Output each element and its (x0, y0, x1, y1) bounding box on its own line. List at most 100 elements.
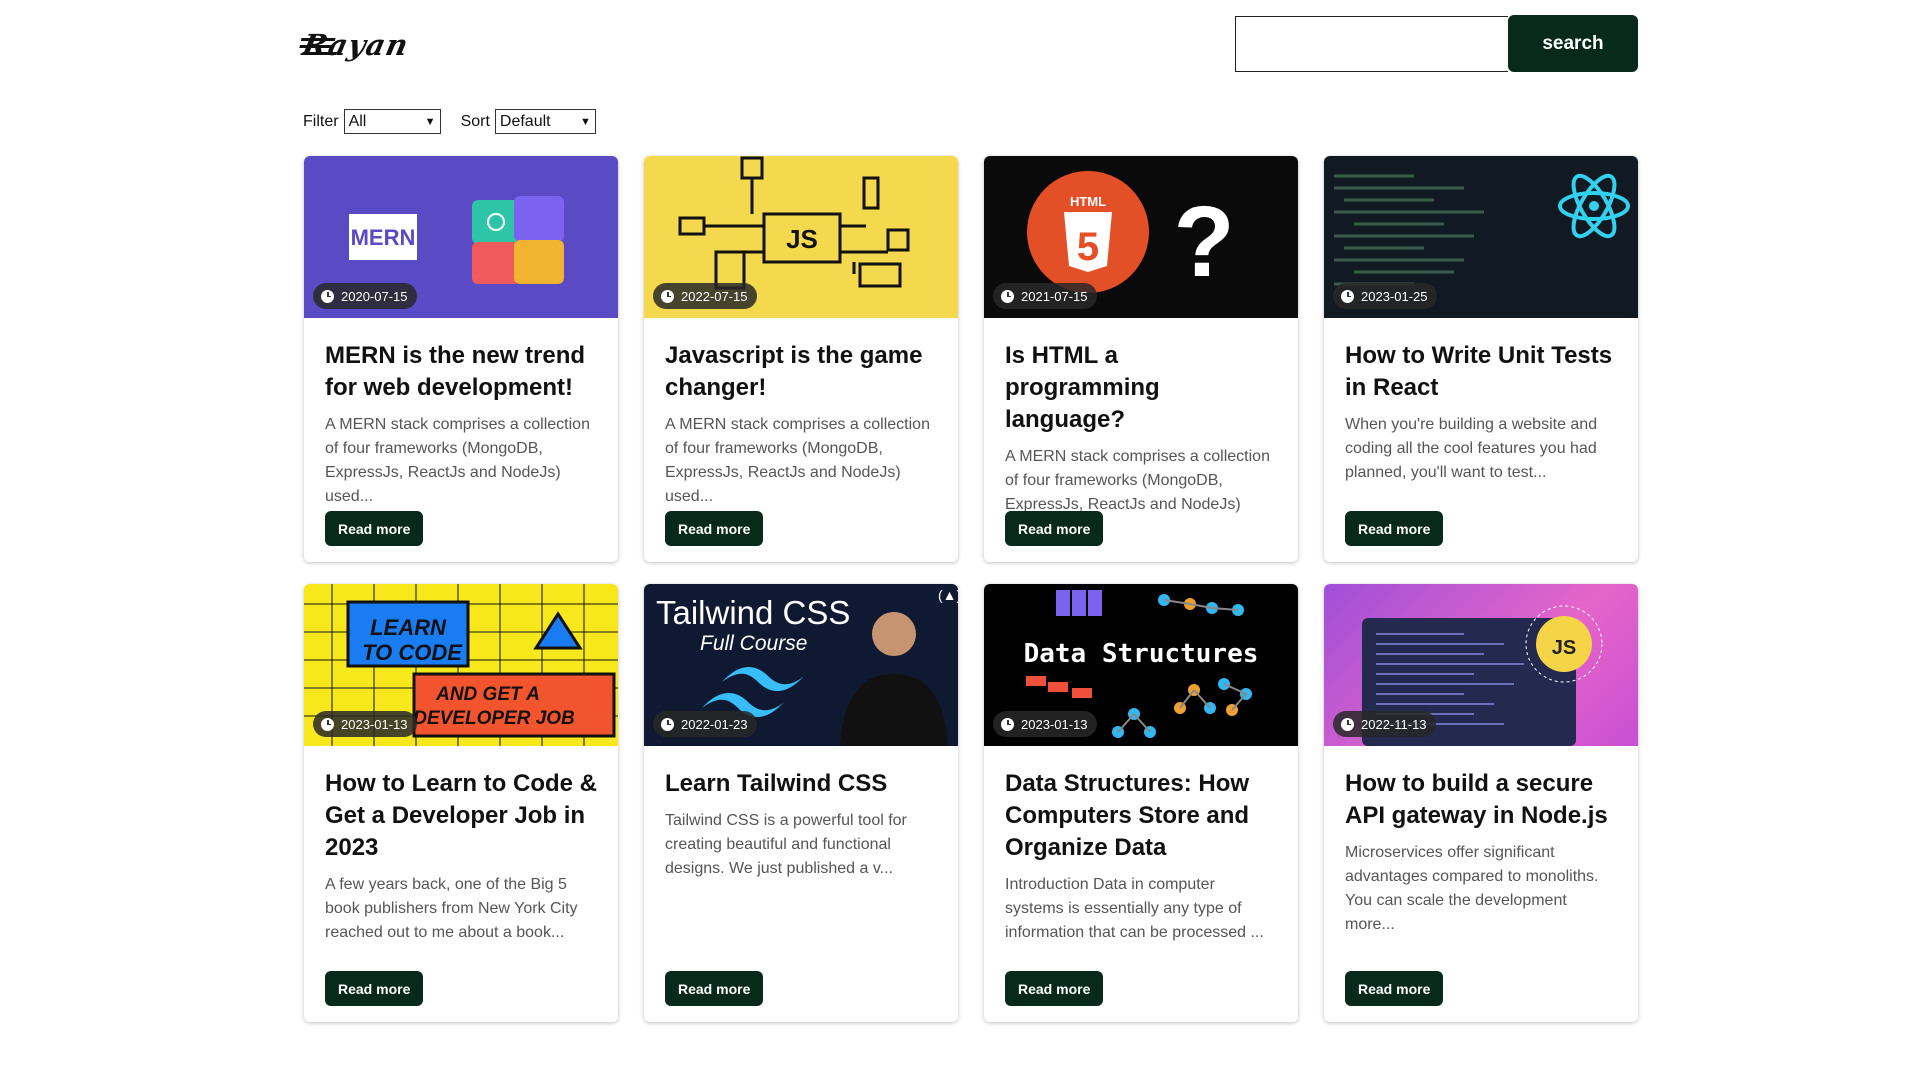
filter-value: All (348, 112, 367, 130)
post-grid: MERN 2020-07-15 MERN is the new trend fo… (304, 156, 1638, 1022)
svg-text:5: 5 (1077, 225, 1099, 269)
post-title[interactable]: How to Write Unit Tests in React (1345, 340, 1617, 404)
date-badge: 2021-07-15 (993, 283, 1097, 309)
post-date: 2021-07-15 (1021, 288, 1088, 304)
card-body: How to Learn to Code & Get a Developer J… (304, 746, 618, 945)
post-title[interactable]: Data Structures: How Computers Store and… (1005, 768, 1277, 864)
post-thumbnail[interactable]: LEARN TO CODE AND GET A DEVELOPER JOB 20… (304, 584, 618, 746)
clock-icon (321, 289, 334, 303)
html-logo-text: HTML (1070, 194, 1106, 209)
post-card: Data Structures 2023-01-13 Data Structur… (984, 584, 1298, 1022)
logo-text: Rayan (299, 28, 412, 62)
svg-text:(▲): (▲) (938, 587, 958, 603)
post-card: JS 2022-11-13 How to build a secure API … (1324, 584, 1638, 1022)
svg-text:?: ? (1173, 186, 1234, 298)
search-button[interactable]: search (1508, 15, 1638, 72)
post-card: Tailwind CSS Full Course (▲) 2022-01-23 … (644, 584, 958, 1022)
post-excerpt: When you're building a website and codin… (1345, 416, 1598, 481)
card-body: Learn Tailwind CSS Tailwind CSS is a pow… (644, 746, 958, 881)
read-more-button[interactable]: Read more (325, 511, 424, 546)
post-thumbnail[interactable]: MERN 2020-07-15 (304, 156, 618, 318)
date-badge: 2022-11-13 (1333, 711, 1436, 737)
card-body: MERN is the new trend for web developmen… (304, 318, 618, 509)
post-thumbnail[interactable]: Tailwind CSS Full Course (▲) 2022-01-23 (644, 584, 958, 746)
read-more-button[interactable]: Read more (1345, 511, 1444, 546)
filter-label: Filter (303, 112, 339, 130)
post-title[interactable]: Javascript is the game changer! (665, 340, 937, 404)
chevron-down-icon: ▼ (580, 115, 591, 128)
filter-sort-controls: Filter All ▼ Sort Default ▼ (303, 109, 596, 134)
sort-value: Default (499, 112, 551, 130)
mern-logo-text: MERN (351, 225, 416, 250)
post-excerpt: Microservices offer significant advantag… (1345, 844, 1599, 933)
svg-text:DEVELOPER JOB: DEVELOPER JOB (413, 708, 575, 729)
date-badge: 2023-01-25 (1333, 283, 1437, 309)
post-date: 2023-01-13 (1021, 716, 1088, 732)
read-more-button[interactable]: Read more (325, 971, 424, 1006)
data-structures-text: Data Structures (1024, 639, 1259, 669)
sort-label: Sort (460, 112, 490, 130)
js-logo-text: JS (786, 224, 818, 254)
post-excerpt: A MERN stack comprises a collection of f… (665, 416, 930, 505)
post-excerpt: A MERN stack comprises a collection of f… (325, 416, 590, 505)
post-date: 2022-11-13 (1361, 716, 1427, 732)
clock-icon (661, 289, 674, 303)
clock-icon (1341, 289, 1354, 303)
post-card: MERN 2020-07-15 MERN is the new trend fo… (304, 156, 618, 562)
post-title[interactable]: Learn Tailwind CSS (665, 768, 937, 800)
svg-text:Tailwind CSS: Tailwind CSS (656, 594, 850, 631)
post-thumbnail[interactable]: JS 2022-11-13 (1324, 584, 1638, 746)
post-date: 2022-07-15 (681, 288, 748, 304)
js-logo-text: JS (1552, 637, 1576, 659)
svg-text:TO CODE: TO CODE (362, 640, 463, 665)
post-excerpt: A few years back, one of the Big 5 book … (325, 876, 578, 941)
card-body: How to Write Unit Tests in React When yo… (1324, 318, 1638, 485)
card-body: Javascript is the game changer! A MERN s… (644, 318, 958, 509)
clock-icon (321, 717, 334, 731)
post-date: 2020-07-15 (341, 288, 408, 304)
date-badge: 2022-01-23 (653, 711, 757, 737)
post-title[interactable]: MERN is the new trend for web developmen… (325, 340, 597, 404)
sort-select[interactable]: Default ▼ (494, 109, 596, 134)
post-thumbnail[interactable]: Data Structures 2023-01-13 (984, 584, 1298, 746)
site-logo[interactable]: Rayan (299, 28, 412, 62)
post-excerpt: Introduction Data in computer systems is… (1005, 876, 1264, 941)
post-card: HTML 5 ? 2021-07-15 Is HTML a programmin… (984, 156, 1298, 562)
svg-text:AND GET A: AND GET A (435, 684, 540, 705)
post-excerpt: Tailwind CSS is a powerful tool for crea… (665, 812, 907, 877)
read-more-button[interactable]: Read more (665, 511, 764, 546)
post-date: 2022-01-23 (681, 716, 748, 732)
filter-select[interactable]: All ▼ (343, 109, 441, 134)
date-badge: 2020-07-15 (313, 283, 417, 309)
date-badge: 2023-01-13 (313, 711, 417, 737)
post-thumbnail[interactable]: HTML 5 ? 2021-07-15 (984, 156, 1298, 318)
date-badge: 2022-07-15 (653, 283, 757, 309)
post-card: 2023-01-25 How to Write Unit Tests in Re… (1324, 156, 1638, 562)
read-more-button[interactable]: Read more (665, 971, 764, 1006)
post-title[interactable]: How to Learn to Code & Get a Developer J… (325, 768, 597, 864)
read-more-button[interactable]: Read more (1005, 511, 1104, 546)
post-date: 2023-01-13 (341, 716, 408, 732)
clock-icon (661, 717, 674, 731)
post-date: 2023-01-25 (1361, 288, 1428, 304)
svg-text:Full Course: Full Course (700, 632, 807, 655)
speed-lines-icon (300, 38, 336, 41)
site-header: Rayan search (299, 15, 1638, 74)
post-title[interactable]: How to build a secure API gateway in Nod… (1345, 768, 1617, 832)
clock-icon (1001, 717, 1014, 731)
post-title[interactable]: Is HTML a programming language? (1005, 340, 1277, 436)
search-input[interactable] (1235, 16, 1508, 72)
search-bar: search (1235, 15, 1638, 72)
clock-icon (1001, 289, 1014, 303)
clock-icon (1341, 717, 1354, 731)
post-card: LEARN TO CODE AND GET A DEVELOPER JOB 20… (304, 584, 618, 1022)
svg-text:LEARN: LEARN (370, 615, 447, 640)
card-body: Data Structures: How Computers Store and… (984, 746, 1298, 945)
read-more-button[interactable]: Read more (1005, 971, 1104, 1006)
post-card: JS 2022-07-15 Javascript is the game cha… (644, 156, 958, 562)
chevron-down-icon: ▼ (424, 115, 436, 128)
read-more-button[interactable]: Read more (1345, 971, 1444, 1006)
post-thumbnail[interactable]: 2023-01-25 (1324, 156, 1638, 318)
post-thumbnail[interactable]: JS 2022-07-15 (644, 156, 958, 318)
card-body: Is HTML a programming language? A MERN s… (984, 318, 1298, 541)
